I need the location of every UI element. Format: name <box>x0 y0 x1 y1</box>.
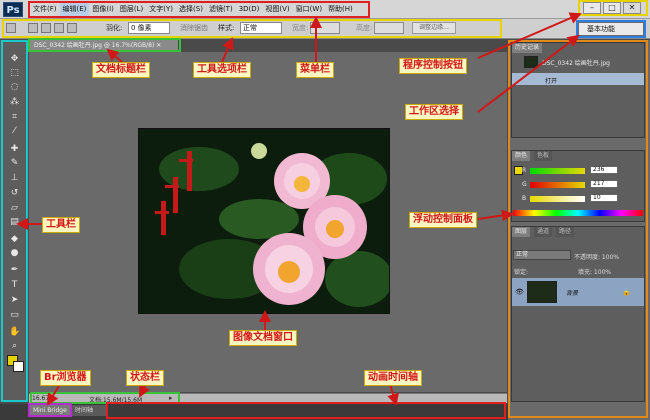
arrow-workspace <box>477 34 580 113</box>
callout-status-bar: 状态栏 <box>126 370 164 386</box>
callout-br-browser: Br浏览器 <box>40 370 91 386</box>
arrow-window-controls <box>477 12 582 59</box>
callout-window-controls: 程序控制按钮 <box>399 58 467 74</box>
callout-toolbar: 工具栏 <box>42 217 80 233</box>
photoshop-window: Ps 文件(F) 编辑(E) 图像(I) 图层(L) 文字(Y) 选择(S) 滤镜(T) 3D… <box>0 0 650 420</box>
arrow-options-bar <box>221 37 234 63</box>
callout-timeline: 动画时间轴 <box>364 370 422 386</box>
callout-doc-window: 图像文档窗口 <box>229 330 297 346</box>
arrow-bridge <box>46 383 61 406</box>
arrow-timeline <box>387 383 399 406</box>
callout-workspace-select: 工作区选择 <box>405 104 463 120</box>
callout-doc-title-bar: 文档标题栏 <box>92 62 150 78</box>
callout-tool-options-bar: 工具选项栏 <box>193 62 251 78</box>
arrow-doc-title <box>106 48 123 63</box>
arrow-panels <box>477 209 514 222</box>
callout-menu-bar: 菜单栏 <box>296 62 334 78</box>
callout-floating-panels: 浮动控制面板 <box>409 212 477 228</box>
